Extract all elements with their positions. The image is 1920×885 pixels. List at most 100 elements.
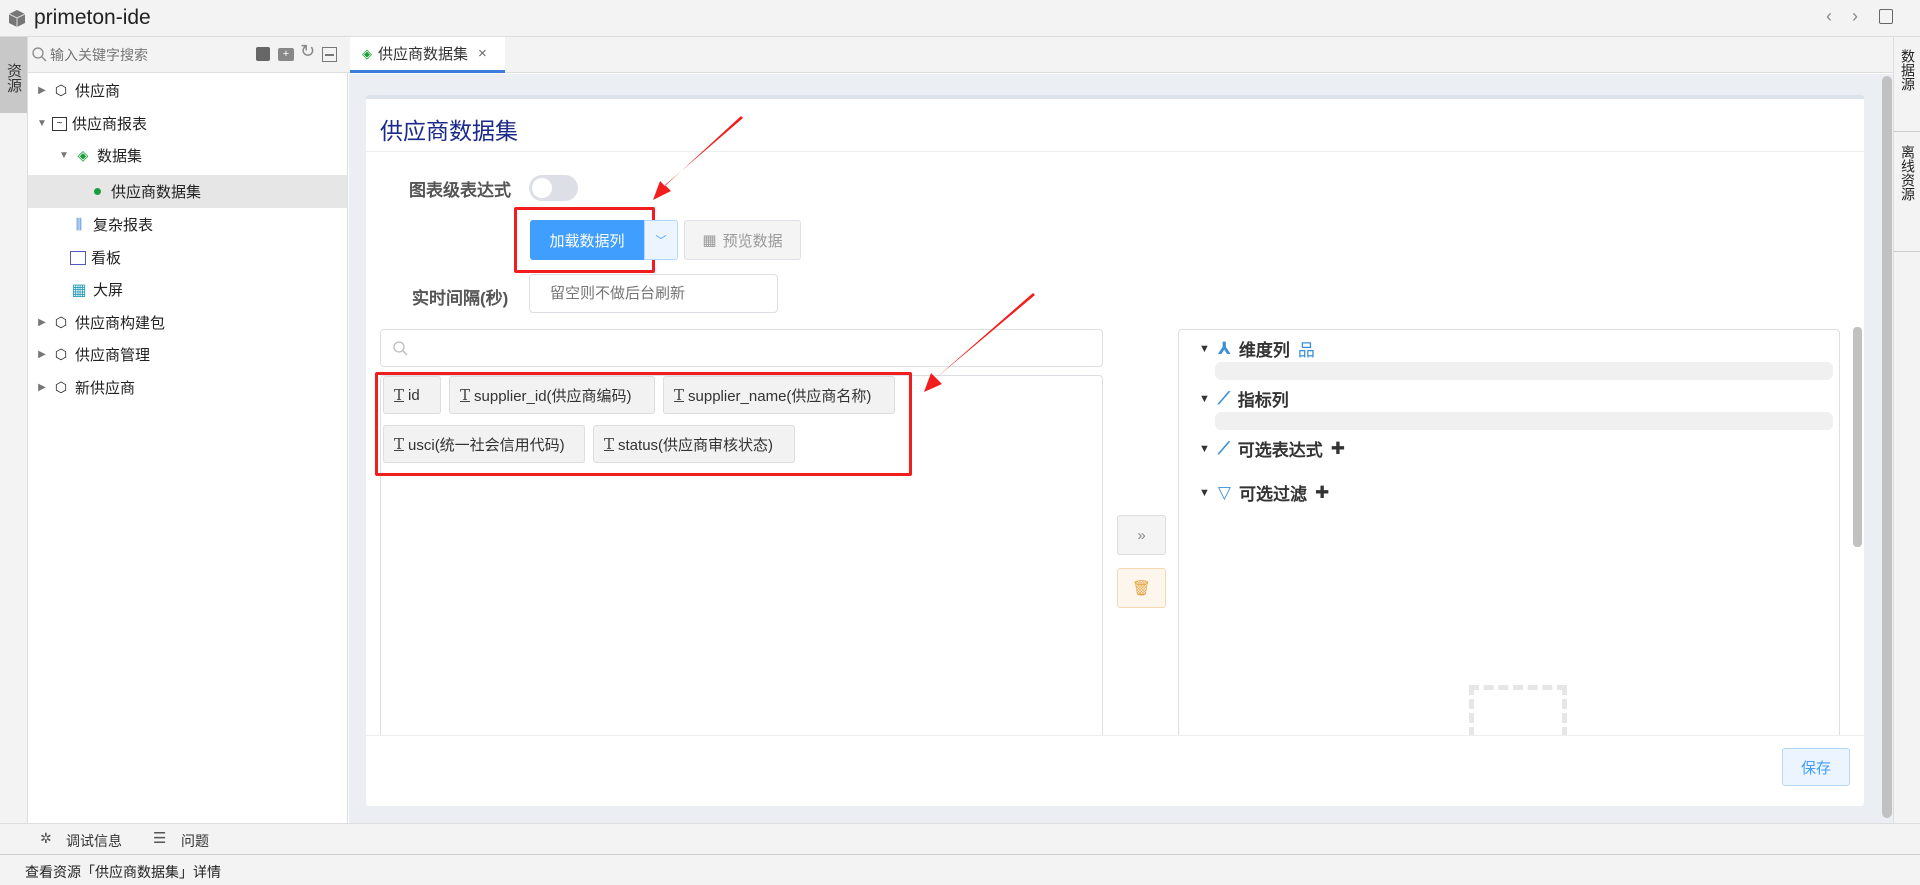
tree-item-label: 供应商: [75, 83, 121, 100]
debug-icon: ✲: [40, 830, 52, 846]
new-folder-icon[interactable]: +: [278, 48, 294, 61]
section-optional-expressions[interactable]: ▼ ⟋ 可选表达式 ✚: [1199, 436, 1345, 461]
tree-item-label: 供应商数据集: [111, 184, 202, 201]
footer-divider: [366, 735, 1864, 736]
section-measure-columns[interactable]: ▼ ⟋ 指标列: [1199, 386, 1289, 411]
back-arrow-icon[interactable]: ‹: [1826, 6, 1832, 27]
outer-scrollbar[interactable]: [1882, 76, 1892, 818]
fields-panel: ▼ ⅄ 维度列品 ▼ ⟋ 指标列 ▼ ⟋ 可选表达式 ✚ ▼ ▽ 可选过滤 ✚: [1178, 329, 1840, 735]
tree-search-input[interactable]: [50, 43, 280, 67]
tree-item-supplier[interactable]: ▶ ⬡ 供应商: [28, 74, 347, 107]
section-label: 维度列: [1238, 341, 1290, 360]
chart-expression-toggle[interactable]: [529, 175, 578, 201]
section-dimension-columns[interactable]: ▼ ⅄ 维度列品: [1199, 336, 1315, 361]
report-icon: ~: [52, 116, 67, 131]
tree-item-supplier-dataset[interactable]: 供应商数据集: [28, 175, 347, 208]
tree-item-label: 看板: [91, 250, 122, 267]
section-label: 可选过滤: [1238, 485, 1307, 504]
tree-item-label: 供应商构建包: [75, 315, 166, 332]
section-optional-filters[interactable]: ▼ ▽ 可选过滤 ✚: [1199, 480, 1329, 505]
column-chip-usci[interactable]: Tusci(统一社会信用代码): [383, 425, 585, 463]
refresh-icon[interactable]: ↻: [300, 41, 315, 62]
tree-item-supplier-report[interactable]: ▼ ~ 供应商报表: [28, 107, 347, 140]
collapse-all-icon[interactable]: [322, 47, 337, 62]
column-chip-supplier-id[interactable]: Tsupplier_id(供应商编码): [449, 376, 655, 414]
add-expression-icon[interactable]: ✚: [1331, 439, 1345, 459]
filter-icon: ▽: [1217, 482, 1231, 502]
package-icon: ⬡: [54, 379, 68, 395]
tree-item-label: 供应商管理: [75, 347, 151, 364]
tree-item-dashboard[interactable]: 看板: [28, 241, 347, 274]
resource-tab[interactable]: 资源: [0, 37, 27, 113]
save-window-icon[interactable]: [1879, 9, 1893, 24]
measure-drop-zone[interactable]: [1215, 412, 1833, 430]
tree-item-label: 新供应商: [75, 380, 136, 397]
text-type-icon: T: [394, 386, 405, 404]
tree-item-dataset-folder[interactable]: ▼ ◈ 数据集: [28, 139, 347, 172]
status-bar: 查看资源「供应商数据集」详情: [0, 854, 1920, 885]
caret-down-icon[interactable]: ▼: [1199, 487, 1210, 499]
dimension-icon: ⅄: [1217, 338, 1231, 358]
inner-scrollbar[interactable]: [1853, 327, 1862, 547]
tree-item-new-supplier[interactable]: ▶ ⬡ 新供应商: [28, 371, 347, 404]
tree-item-big-screen[interactable]: ▦ 大屏: [28, 273, 347, 306]
caret-right-icon[interactable]: ▶: [36, 317, 48, 328]
close-tab-icon[interactable]: ×: [478, 45, 487, 62]
tree-item-supplier-management[interactable]: ▶ ⬡ 供应商管理: [28, 338, 347, 371]
trash-icon: 🗑: [1131, 580, 1152, 597]
dimension-drop-zone[interactable]: [1215, 362, 1833, 380]
tab-problems[interactable]: 问题: [181, 831, 209, 851]
tree-item-label: 数据集: [97, 148, 143, 165]
column-chip-id[interactable]: Tid: [383, 376, 441, 414]
forward-arrow-icon[interactable]: ›: [1852, 6, 1858, 27]
big-screen-icon: ▦: [71, 281, 87, 299]
caret-down-icon[interactable]: ▼: [1199, 443, 1210, 455]
page-title: 供应商数据集: [380, 118, 518, 144]
caret-right-icon[interactable]: ▶: [36, 382, 48, 393]
load-columns-button[interactable]: 加载数据列: [530, 220, 644, 260]
preview-data-button[interactable]: ▦ 预览数据: [684, 220, 801, 260]
tab-debug-info[interactable]: 调试信息: [66, 831, 122, 851]
empty-placeholder-icon: [1469, 685, 1567, 735]
import-icon[interactable]: [256, 47, 270, 61]
interval-label: 实时间隔(秒): [412, 289, 509, 308]
title-bar: primeton-ide ‹ ›: [0, 0, 1920, 37]
package-icon: ⬡: [54, 314, 68, 330]
package-icon: ⬡: [54, 346, 68, 362]
datasource-tab[interactable]: 数据源: [1894, 47, 1920, 132]
editor-tab-bar: ◈ 供应商数据集 ×: [348, 37, 1893, 73]
column-label: supplier_id(供应商编码): [474, 387, 632, 405]
caret-right-icon[interactable]: ▶: [36, 349, 48, 360]
section-label: 可选表达式: [1237, 441, 1323, 460]
column-search-box[interactable]: [380, 329, 1103, 367]
tree-search-bar: + ↻: [28, 37, 348, 73]
caret-down-icon[interactable]: ▼: [1199, 393, 1210, 405]
text-type-icon: T: [460, 386, 471, 404]
save-button[interactable]: 保存: [1782, 748, 1850, 786]
add-filter-icon[interactable]: ✚: [1315, 483, 1329, 503]
chart-expression-label: 图表级表达式: [409, 181, 511, 200]
chevron-down-icon: ﹀: [655, 235, 667, 247]
tree-item-complex-report[interactable]: ⫼ 复杂报表: [28, 208, 347, 241]
add-hierarchy-icon[interactable]: 品: [1298, 336, 1315, 361]
column-chip-supplier-name[interactable]: Tsupplier_name(供应商名称): [663, 376, 895, 414]
load-options-dropdown[interactable]: ﹀: [644, 220, 678, 260]
caret-down-icon[interactable]: ▼: [58, 150, 70, 161]
tree-item-label: 供应商报表: [72, 116, 148, 133]
caret-down-icon[interactable]: ▼: [36, 118, 48, 129]
dataset-editor-card: 供应商数据集 图表级表达式 加载数据列 ﹀ ▦预览数据 实时间隔(秒) Tid …: [366, 95, 1864, 806]
move-right-button[interactable]: »: [1117, 515, 1166, 555]
column-label: id: [408, 386, 420, 404]
section-label: 指标列: [1237, 391, 1289, 410]
offline-resource-tab[interactable]: 离线资源: [1894, 143, 1920, 252]
delete-button[interactable]: 🗑: [1117, 568, 1166, 608]
column-chip-status[interactable]: Tstatus(供应商审核状态): [593, 425, 795, 463]
status-text: 查看资源「供应商数据集」详情: [25, 864, 221, 880]
preview-data-label: 预览数据: [722, 232, 783, 250]
tree-item-supplier-build-package[interactable]: ▶ ⬡ 供应商构建包: [28, 306, 347, 339]
caret-right-icon[interactable]: ▶: [36, 85, 48, 96]
tab-supplier-dataset[interactable]: ◈ 供应商数据集 ×: [350, 37, 505, 73]
caret-down-icon[interactable]: ▼: [1199, 343, 1210, 355]
tree-item-label: 大屏: [93, 282, 124, 299]
interval-input[interactable]: [529, 274, 778, 313]
